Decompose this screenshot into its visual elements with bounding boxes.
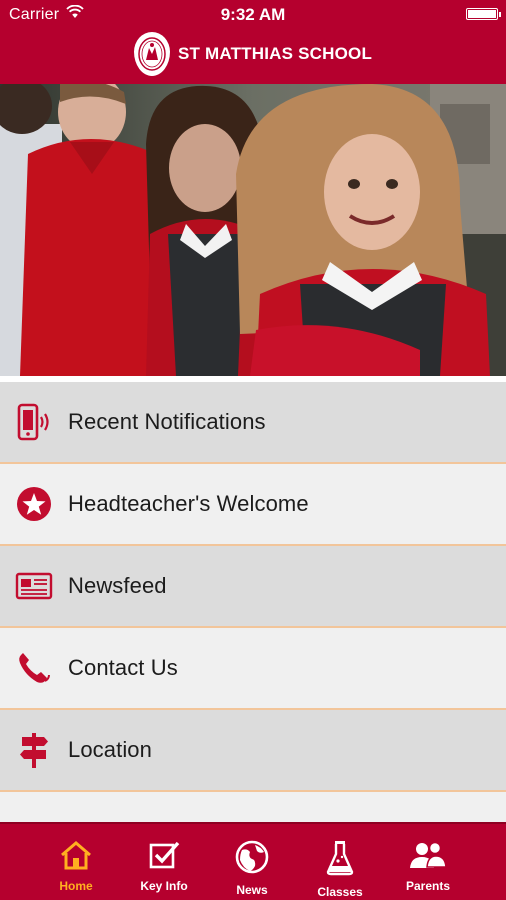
bottom-tab-bar: Home Key Info News Classes Parents (0, 822, 506, 900)
star-icon (0, 463, 68, 545)
tab-home[interactable]: Home (32, 824, 120, 900)
phone-notification-icon (0, 382, 68, 463)
school-brand: ST MATTHIAS SCHOOL (0, 30, 506, 78)
tab-news[interactable]: News (208, 824, 296, 900)
school-crest-logo (133, 32, 170, 76)
status-time: 9:32 AM (220, 5, 286, 24)
menu-item-label: Recent Notifications (68, 409, 266, 434)
main-menu: Recent Notifications Headteacher's Welco… (0, 382, 506, 822)
flask-icon (325, 840, 355, 881)
menu-item-newsfeed[interactable]: Newsfeed (0, 546, 506, 628)
status-bar: Carrier 9:32 AM (0, 0, 506, 30)
tab-parents[interactable]: Parents (384, 824, 472, 900)
menu-item-headteachers-welcome[interactable]: Headteacher's Welcome (0, 464, 506, 546)
app-screen: Carrier 9:32 AM ST MATTHIAS SCHOOL Recen… (0, 0, 506, 900)
globe-icon (235, 840, 269, 879)
menu-item-label: Headteacher's Welcome (68, 491, 309, 516)
tab-key-info[interactable]: Key Info (120, 824, 208, 900)
menu-item-recent-notifications[interactable]: Recent Notifications (0, 382, 506, 464)
home-icon (59, 840, 93, 875)
menu-item-label: Location (68, 737, 152, 762)
newspaper-icon (0, 545, 68, 627)
tab-label: Classes (317, 885, 363, 899)
telephone-icon (0, 627, 68, 709)
battery-icon (466, 8, 501, 20)
signpost-icon (0, 709, 68, 791)
hero-photo (0, 84, 506, 376)
school-name: ST MATTHIAS SCHOOL (177, 44, 373, 63)
tab-label: Key Info (140, 879, 188, 893)
menu-item-partial[interactable] (0, 792, 506, 822)
tab-classes[interactable]: Classes (296, 824, 384, 900)
header-bar: Carrier 9:32 AM ST MATTHIAS SCHOOL (0, 0, 506, 84)
menu-item-location[interactable]: Location (0, 710, 506, 792)
checkbox-icon (147, 840, 181, 875)
tab-label: Parents (405, 879, 451, 893)
tab-label: News (236, 883, 268, 897)
menu-item-label: Contact Us (68, 655, 178, 680)
menu-item-label: Newsfeed (68, 573, 167, 598)
people-icon (409, 840, 447, 875)
menu-item-contact-us[interactable]: Contact Us (0, 628, 506, 710)
tab-label: Home (59, 879, 93, 893)
